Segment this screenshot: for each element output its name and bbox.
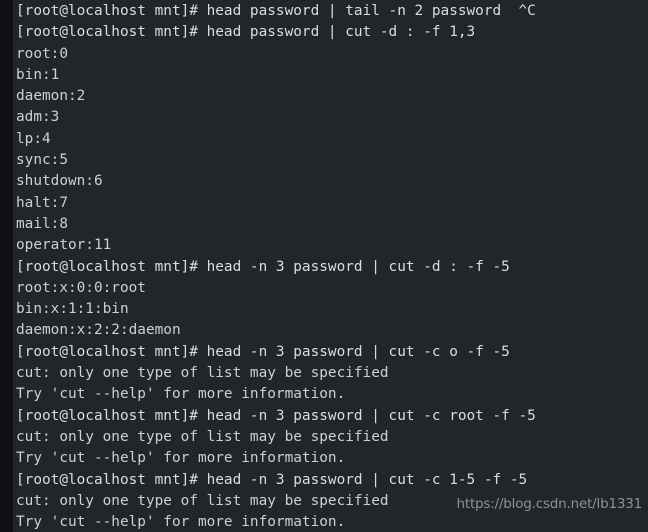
terminal-command-line: [root@localhost mnt]# head password | ta… — [16, 3, 536, 19]
terminal-left-gutter — [0, 0, 13, 532]
terminal-command-line: [root@localhost mnt]# head password | cu… — [16, 24, 476, 41]
terminal-command-line: [root@localhost mnt]# head -n 3 password… — [16, 407, 536, 424]
terminal-scrollback: [root@localhost mnt]# head password | ta… — [16, 1, 648, 532]
terminal-window[interactable]: [root@localhost mnt]# head password | ta… — [0, 0, 648, 532]
terminal-output-line: Try 'cut --help' for more information. — [16, 450, 346, 467]
terminal-output-line: root:x:0:0:root — [16, 279, 146, 296]
terminal-output-line: bin:1 — [16, 66, 60, 83]
terminal-output-line: shutdown:6 — [16, 173, 103, 190]
terminal-output-line: sync:5 — [16, 152, 68, 169]
terminal-output-line: adm:3 — [16, 109, 60, 126]
terminal-output-line: daemon:x:2:2:daemon — [16, 322, 181, 339]
terminal-output-line: cut: only one type of list may be specif… — [16, 365, 389, 382]
csdn-watermark: https://blog.csdn.net/lb1331 — [456, 496, 643, 512]
terminal-output-line: root:0 — [16, 45, 68, 62]
terminal-output-line: bin:x:1:1:bin — [16, 301, 129, 318]
terminal-screen[interactable]: [root@localhost mnt]# head password | ta… — [13, 0, 648, 532]
terminal-output-line: cut: only one type of list may be specif… — [16, 428, 389, 445]
terminal-output-line: halt:7 — [16, 194, 68, 211]
terminal-output-line: Try 'cut --help' for more information. — [16, 386, 346, 403]
terminal-command-line: [root@localhost mnt]# head -n 3 password… — [16, 258, 510, 275]
terminal-command-line: [root@localhost mnt]# head -n 3 password… — [16, 343, 510, 360]
terminal-command-line: [root@localhost mnt]# head -n 3 password… — [16, 471, 528, 488]
terminal-output-line: Try 'cut --help' for more information. — [16, 514, 346, 531]
terminal-output-line: mail:8 — [16, 215, 68, 232]
terminal-output-line: operator:11 — [16, 237, 112, 254]
terminal-output-line: lp:4 — [16, 130, 51, 147]
terminal-output-line: daemon:2 — [16, 88, 86, 105]
